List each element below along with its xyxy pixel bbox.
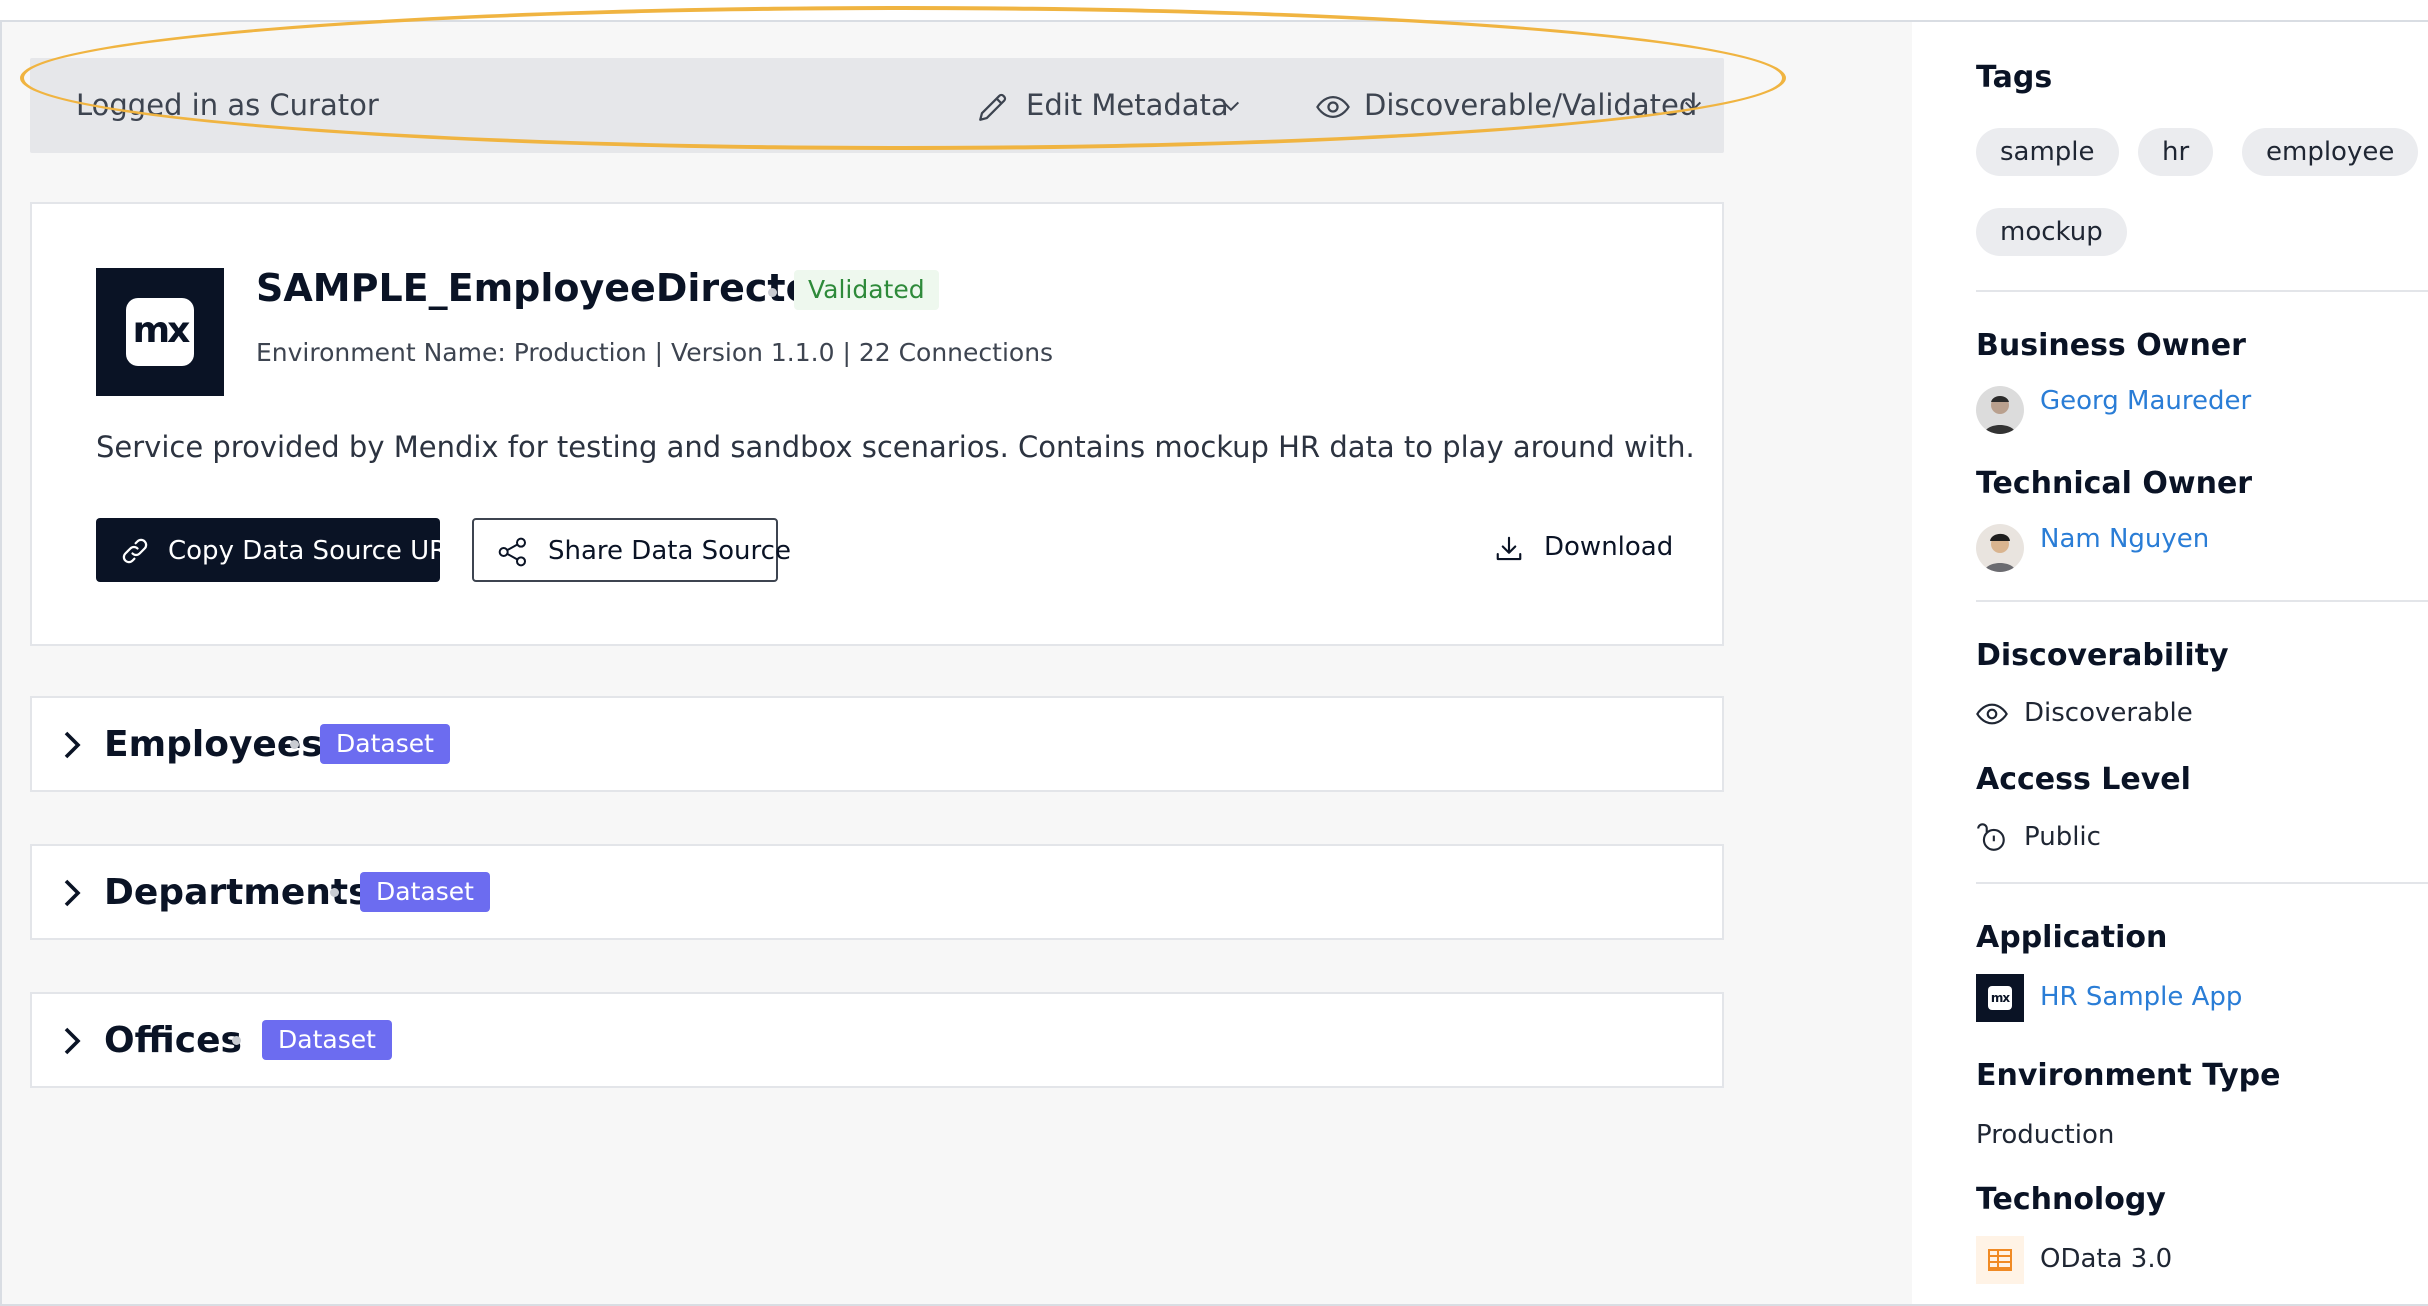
- data-source-card: mx SAMPLE_EmployeeDirectory Validated En…: [30, 202, 1724, 646]
- copy-data-source-uri-label: Copy Data Source URI: [168, 536, 455, 566]
- share-data-source-button[interactable]: Share Data Source: [472, 518, 791, 582]
- chevron-down-icon: [1684, 101, 1702, 112]
- mendix-app-icon: mx: [1976, 974, 2024, 1022]
- dataset-row-offices[interactable]: Offices Dataset: [30, 992, 1724, 1088]
- mendix-logo: mx: [96, 268, 224, 396]
- copy-data-source-uri-button[interactable]: Copy Data Source URI: [96, 518, 455, 582]
- discoverable-validated-label: Discoverable/Validated: [1364, 88, 1698, 122]
- main-content: Logged in as Curator Edit Metadata Disco…: [2, 22, 1912, 1304]
- chevron-down-icon: [1222, 101, 1240, 112]
- discoverability-value: Discoverable: [2024, 698, 2193, 728]
- dataset-name: Offices: [104, 1020, 242, 1061]
- environment-type-heading: Environment Type: [1976, 1058, 2281, 1093]
- download-icon: [1496, 536, 1522, 561]
- tag-chip[interactable]: mockup: [1976, 208, 2127, 256]
- avatar: [1976, 386, 2024, 434]
- dataset-row-employees[interactable]: Employees Dataset: [30, 696, 1724, 792]
- mendix-logo-mark: mx: [126, 298, 194, 366]
- business-owner-link[interactable]: Georg Maureder: [2040, 386, 2251, 416]
- mendix-app-icon-mark: mx: [1988, 986, 2012, 1010]
- tag-chip[interactable]: employee: [2242, 128, 2419, 176]
- tag-chip[interactable]: hr: [2138, 128, 2214, 176]
- dataset-badge: Dataset: [360, 872, 490, 912]
- download-label: Download: [1544, 532, 1674, 562]
- dataset-row-departments[interactable]: Departments Dataset: [30, 844, 1724, 940]
- eye-icon: [1316, 95, 1350, 119]
- avatar: [1976, 524, 2024, 572]
- access-level-heading: Access Level: [1976, 762, 2191, 797]
- tags-heading: Tags: [1976, 60, 2053, 95]
- separator-dot: [768, 288, 777, 297]
- validated-badge: Validated: [794, 270, 939, 310]
- divider: [1976, 882, 2428, 884]
- data-source-title: SAMPLE_EmployeeDirectory: [256, 266, 856, 310]
- tag-chip[interactable]: sample: [1976, 128, 2119, 176]
- separator-dot: [290, 740, 299, 749]
- curator-toolbar: Logged in as Curator Edit Metadata Disco…: [30, 58, 1724, 153]
- dataset-badge: Dataset: [262, 1020, 392, 1060]
- eye-icon: [1976, 703, 2008, 725]
- data-source-meta: Environment Name: Production | Version 1…: [256, 338, 1054, 367]
- link-icon: [122, 538, 148, 564]
- edit-metadata-dropdown[interactable]: Edit Metadata: [950, 58, 1270, 153]
- pencil-icon: [979, 93, 1007, 121]
- divider: [1976, 600, 2428, 602]
- discoverability-heading: Discoverability: [1976, 638, 2229, 673]
- separator-dot: [330, 888, 339, 897]
- chevron-right-icon: [64, 731, 81, 759]
- chevron-right-icon: [64, 879, 81, 907]
- application-link[interactable]: HR Sample App: [2040, 982, 2242, 1012]
- technology-value: OData 3.0: [2040, 1244, 2173, 1274]
- discoverable-validated-dropdown[interactable]: Discoverable/Validated: [1276, 58, 1716, 153]
- application-heading: Application: [1976, 920, 2168, 955]
- environment-type-value: Production: [1976, 1120, 2115, 1150]
- dataset-badge: Dataset: [320, 724, 450, 764]
- business-owner-heading: Business Owner: [1976, 328, 2246, 363]
- technical-owner-link[interactable]: Nam Nguyen: [2040, 524, 2209, 554]
- details-sidebar: Tags sample hr employee mockup Business …: [1912, 22, 2428, 1304]
- odata-icon: [1976, 1236, 2024, 1284]
- divider: [1976, 290, 2428, 292]
- share-data-source-label: Share Data Source: [548, 536, 791, 566]
- data-source-description: Service provided by Mendix for testing a…: [96, 430, 1695, 464]
- edit-metadata-label: Edit Metadata: [1026, 88, 1229, 122]
- public-access-icon: [1977, 823, 2005, 851]
- access-level-value: Public: [2024, 822, 2101, 852]
- logged-in-label: Logged in as Curator: [76, 88, 379, 122]
- technical-owner-heading: Technical Owner: [1976, 466, 2253, 501]
- technology-heading: Technology: [1976, 1182, 2166, 1217]
- chevron-right-icon: [64, 1027, 81, 1055]
- separator-dot: [232, 1036, 241, 1045]
- share-icon: [498, 537, 526, 567]
